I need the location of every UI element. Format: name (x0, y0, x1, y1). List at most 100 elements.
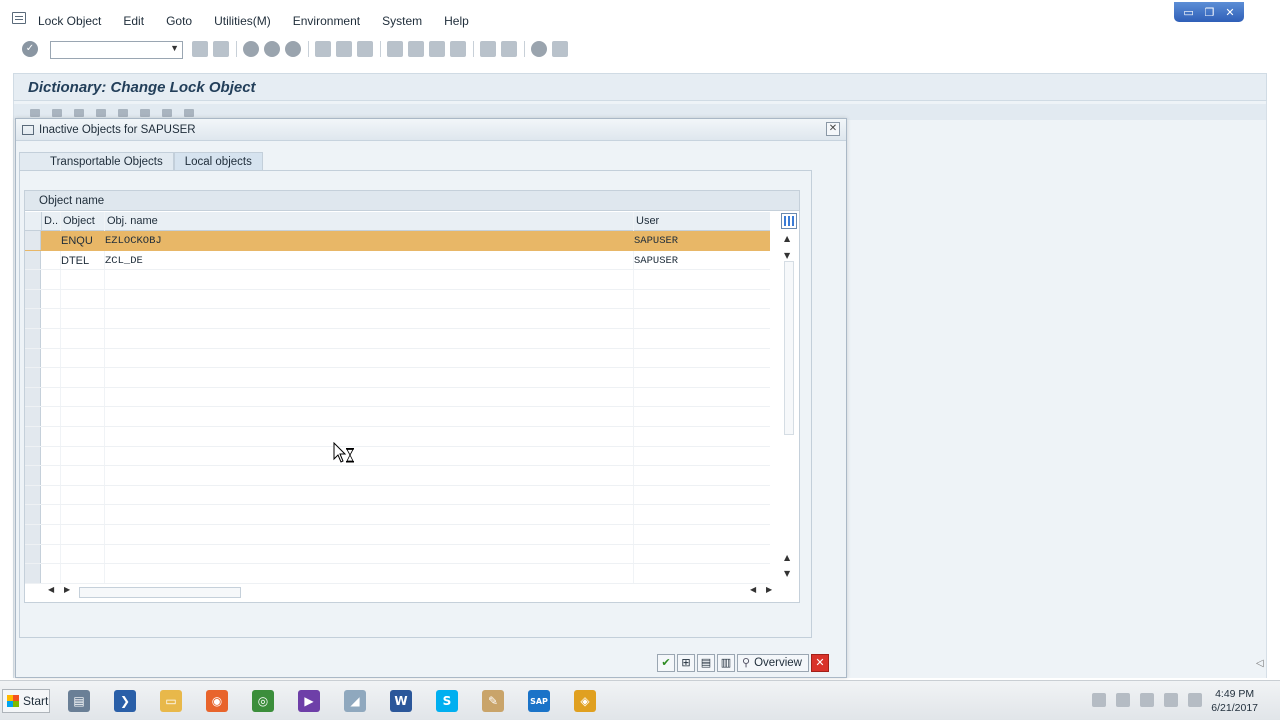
windows-logo-icon (7, 695, 19, 707)
vertical-scroll-thumb[interactable] (784, 261, 794, 435)
column-header-user[interactable]: User (634, 212, 770, 231)
row-selector (25, 564, 41, 583)
taskbar-app-button[interactable]: ✎ (476, 687, 510, 715)
dialog-menu-icon[interactable] (22, 125, 34, 135)
taskbar-apps: ▤ ❯ ▭ ◉ ◎ ▶ ◢ W S ✎ SAP ◈ (62, 687, 614, 715)
clock[interactable]: 4:49 PM 6/21/2017 (1211, 687, 1258, 715)
scroll-up-icon[interactable]: ▲ (784, 553, 790, 562)
overview-button[interactable]: ⚲ Overview (737, 654, 809, 672)
customize-layout-icon[interactable] (552, 41, 568, 57)
last-page-icon[interactable] (450, 41, 466, 57)
chevron-down-icon[interactable]: ▼ (170, 43, 179, 53)
network-icon[interactable] (1188, 693, 1202, 707)
table-row[interactable]: ENQU EZLOCKOBJ SAPUSER (25, 231, 770, 251)
horizontal-scrollbar[interactable]: ◀ ▶ ◀ ▶ (44, 585, 779, 599)
cell-obj-name: ZCL_DE (105, 254, 143, 267)
taskbar-app-button[interactable]: ▤ (62, 687, 96, 715)
taskbar-app-button[interactable]: SAP (522, 687, 556, 715)
back-icon[interactable] (192, 41, 208, 57)
menu-help[interactable]: Help (444, 14, 469, 28)
tray-flag-icon[interactable] (1140, 693, 1154, 707)
select-all-icon[interactable]: ⊞ (677, 654, 695, 672)
menu-utilities[interactable]: Utilities(M) (214, 14, 271, 28)
column-header-object[interactable]: Object (61, 212, 105, 231)
info-icon[interactable] (184, 109, 194, 117)
taskbar-app-button[interactable]: ◎ (246, 687, 280, 715)
taskbar-app-button[interactable]: ❯ (108, 687, 142, 715)
help-icon[interactable] (531, 41, 547, 57)
close-icon[interactable]: ✕ (826, 122, 840, 136)
scroll-down-icon[interactable]: ▼ (784, 569, 790, 578)
command-input[interactable] (51, 42, 163, 58)
display-change-icon[interactable] (52, 109, 62, 117)
taskbar-app-button[interactable]: W (384, 687, 418, 715)
restore-icon[interactable]: ❐ (1205, 7, 1215, 18)
system-menu-icon[interactable] (12, 12, 26, 24)
exit-icon[interactable] (264, 41, 280, 57)
cancel-button[interactable]: ✕ (811, 654, 829, 672)
activate-icon[interactable] (96, 109, 106, 117)
find-next-icon[interactable] (357, 41, 373, 57)
menu-edit[interactable]: Edit (123, 14, 144, 28)
scroll-right-icon[interactable]: ▶ (766, 585, 772, 594)
menu-system[interactable]: System (382, 14, 422, 28)
status-bar-expand-icon[interactable]: ◁ (1256, 658, 1264, 669)
row-selector[interactable] (25, 231, 41, 250)
tab-local-objects[interactable]: Local objects (173, 152, 263, 171)
minimize-icon[interactable]: ▭ (1183, 7, 1193, 18)
empty-row (25, 368, 770, 388)
taskbar-app-button[interactable]: ◉ (200, 687, 234, 715)
prev-page-icon[interactable] (408, 41, 424, 57)
check-icon[interactable] (74, 109, 84, 117)
tab-transportable-objects[interactable]: Transportable Objects (19, 152, 174, 171)
scroll-left-icon[interactable]: ◀ (48, 585, 54, 594)
object-list-icon[interactable] (162, 109, 172, 117)
scroll-left-icon[interactable]: ◀ (750, 585, 756, 594)
select-all-column-header[interactable] (25, 212, 42, 231)
row-selector[interactable] (25, 250, 41, 270)
print-icon[interactable] (315, 41, 331, 57)
continue-button[interactable]: ✔ (657, 654, 675, 672)
command-field[interactable]: ▼ (50, 41, 183, 59)
menu-goto[interactable]: Goto (166, 14, 192, 28)
dialog-title-bar[interactable]: Inactive Objects for SAPUSER ✕ (16, 119, 846, 141)
taskbar-app-button[interactable]: S (430, 687, 464, 715)
select-block-icon[interactable]: ▤ (697, 654, 715, 672)
column-header-obj-name[interactable]: Obj. name (105, 212, 634, 231)
close-window-icon[interactable]: ✕ (1225, 7, 1234, 18)
menu-lock-object[interactable]: Lock Object (38, 14, 101, 28)
start-button[interactable]: Start (2, 689, 50, 713)
empty-row (25, 387, 770, 408)
vertical-scrollbar[interactable]: ▲ ▼ ▲ ▼ (781, 231, 797, 583)
create-session-icon[interactable] (480, 41, 496, 57)
empty-row (25, 309, 770, 329)
taskbar-app-button[interactable]: ▭ (154, 687, 188, 715)
enter-icon[interactable]: ✓ (22, 41, 38, 57)
taskbar-app-button[interactable]: ◢ (338, 687, 372, 715)
scroll-up-icon[interactable]: ▲ (784, 234, 790, 243)
tray-device-icon[interactable] (1116, 693, 1130, 707)
cancel-icon[interactable] (285, 41, 301, 57)
taskbar-app-button[interactable]: ◈ (568, 687, 602, 715)
other-object-icon[interactable] (30, 109, 40, 117)
save-icon[interactable] (213, 41, 229, 57)
hierarchy-icon[interactable] (140, 109, 150, 117)
scroll-down-icon[interactable]: ▼ (784, 251, 790, 260)
taskbar-app-button[interactable]: ▶ (292, 687, 326, 715)
tray-expand-icon[interactable] (1092, 693, 1106, 707)
column-header-d[interactable]: D.. (42, 212, 61, 231)
where-used-icon[interactable] (118, 109, 128, 117)
table-settings-icon[interactable] (781, 213, 797, 229)
next-page-icon[interactable] (429, 41, 445, 57)
first-page-icon[interactable] (387, 41, 403, 57)
scroll-right-icon[interactable]: ▶ (64, 585, 70, 594)
table-row[interactable]: DTEL ZCL_DE SAPUSER (25, 250, 770, 271)
shortcut-icon[interactable] (501, 41, 517, 57)
deselect-all-icon[interactable]: ▥ (717, 654, 735, 672)
volume-icon[interactable] (1164, 693, 1178, 707)
refresh-icon[interactable] (243, 41, 259, 57)
find-icon[interactable] (336, 41, 352, 57)
horizontal-scroll-thumb[interactable] (79, 587, 241, 598)
menu-environment[interactable]: Environment (293, 14, 360, 28)
table-header: D.. Object Obj. name User (25, 212, 770, 231)
